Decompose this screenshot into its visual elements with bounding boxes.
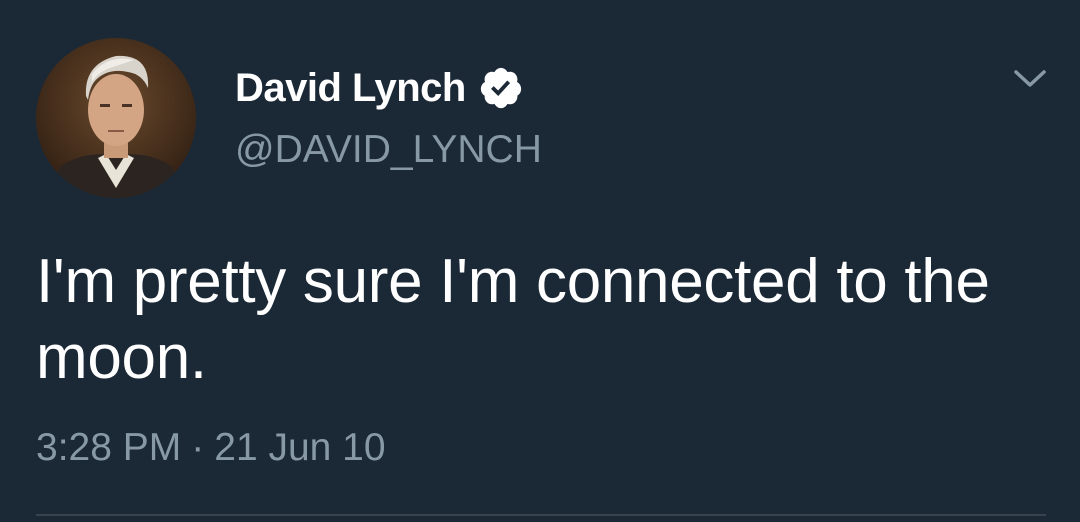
chevron-down-icon[interactable]	[1010, 62, 1050, 94]
timestamp-separator: ·	[191, 426, 205, 469]
tweet-timestamp[interactable]: 3:28 PM · 21 Jun 10	[36, 422, 386, 474]
divider	[36, 514, 1046, 516]
author-handle[interactable]: @DAVID_LYNCH	[235, 126, 542, 174]
tweet-card: David Lynch @DAVID_LYNCH I'm pretty sure…	[0, 0, 1080, 522]
verified-badge-icon	[478, 65, 524, 111]
tweet-time: 3:28 PM	[36, 426, 182, 469]
avatar[interactable]	[36, 38, 196, 198]
tweet-text: I'm pretty sure I'm connected to the moo…	[36, 247, 990, 392]
tweet-date: 21 Jun 10	[214, 426, 386, 469]
avatar-image	[36, 38, 196, 198]
display-name[interactable]: David Lynch	[235, 62, 466, 114]
author-row: David Lynch	[235, 62, 524, 114]
